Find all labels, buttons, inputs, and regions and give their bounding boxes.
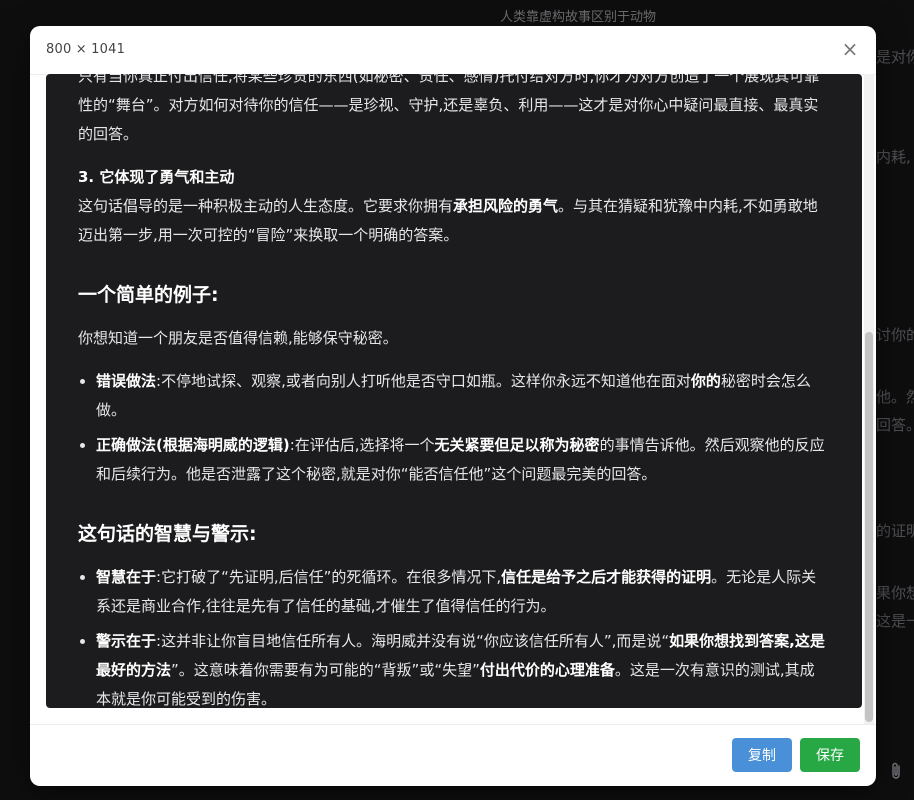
bold-text: 无关紧要但足以称为秘密 xyxy=(434,436,600,454)
list-item: 正确做法(根据海明威的逻辑):在评估后,选择将一个无关紧要但足以称为秘密的事情告… xyxy=(96,431,826,489)
bold-text: 正确做法(根据海明威的逻辑) xyxy=(96,436,290,454)
list-item: 错误做法:不停地试探、观察,或者向别人打听他是否守口如瓶。这样你永远不知道他在面… xyxy=(96,367,826,425)
wisdom-heading: 这句话的智慧与警示: xyxy=(78,523,257,545)
example-heading: 一个简单的例子: xyxy=(78,284,219,306)
copy-button[interactable]: 复制 xyxy=(732,738,792,772)
text: :它打破了“先证明,后信任”的死循环。在很多情况下, xyxy=(156,568,502,586)
bold-text: 错误做法 xyxy=(96,372,157,390)
section-heading: 3. 它体现了勇气和主动 xyxy=(78,168,235,186)
bold-text: 信任是给予之后才能获得的证明 xyxy=(501,568,712,586)
text: :这并非让你盲目地信任所有人。海明威并没有说“你应该信任所有人”,而是说“ xyxy=(156,632,670,650)
scrollbar[interactable] xyxy=(864,74,874,724)
modal-header: 800 × 1041 × xyxy=(30,26,876,75)
paragraph: 只有当你真正付出信任,将某些珍贵的东西(如秘密、责任、感情)托付给对方时,你才为… xyxy=(78,74,826,149)
scrollbar-thumb[interactable] xyxy=(865,332,873,722)
image-preview: 只有当你真正付出信任,将某些珍贵的东西(如秘密、责任、感情)托付给对方时,你才为… xyxy=(46,74,862,708)
example-list: 错误做法:不停地试探、观察,或者向别人打听他是否守口如瓶。这样你永远不知道他在面… xyxy=(78,367,826,489)
save-button[interactable]: 保存 xyxy=(800,738,860,772)
text: 这句话倡导的是一种积极主动的人生态度。它要求你拥有 xyxy=(78,197,454,215)
modal-footer: 复制 保存 xyxy=(30,724,876,786)
bold-text: 付出代价的心理准备 xyxy=(479,661,615,679)
bold-text: 你的 xyxy=(690,372,721,390)
paperclip-icon[interactable] xyxy=(889,762,903,784)
list-item: 智慧在于:它打破了“先证明,后信任”的死循环。在很多情况下,信任是给予之后才能获… xyxy=(96,563,826,621)
list-item: 警示在于:这并非让你盲目地信任所有人。海明威并没有说“你应该信任所有人”,而是说… xyxy=(96,627,826,708)
bold-text: 智慧在于 xyxy=(96,568,157,586)
paragraph: 你想知道一个朋友是否值得信赖,能够保守秘密。 xyxy=(78,329,398,347)
text: 只有当你真正付出信任,将某些珍贵的东西(如秘密、责任、感情)托付给对方时,你才为… xyxy=(78,74,745,85)
text: ”。这意味着你需要有为可能的“背叛”或“失望” xyxy=(171,661,480,679)
preview-content: 只有当你真正付出信任,将某些珍贵的东西(如秘密、责任、感情)托付给对方时,你才为… xyxy=(78,74,826,708)
bold-text: 承担风险的勇气 xyxy=(453,197,559,215)
close-icon[interactable]: × xyxy=(840,37,860,61)
text: :不停地试探、观察,或者向别人打听他是否守口如瓶。这样你永远不知道他在面对 xyxy=(156,372,691,390)
image-preview-modal: 800 × 1041 × 只有当你真正付出信任,将某些珍贵的东西(如秘密、责任、… xyxy=(30,26,876,786)
paragraph: 这句话倡导的是一种积极主动的人生态度。它要求你拥有承担风险的勇气。与其在猜疑和犹… xyxy=(78,192,826,250)
modal-title: 800 × 1041 xyxy=(46,42,126,57)
bold-text: 警示在于 xyxy=(96,632,157,650)
wisdom-list: 智慧在于:它打破了“先证明,后信任”的死循环。在很多情况下,信任是给予之后才能获… xyxy=(78,563,826,708)
text: :在评估后,选择将一个 xyxy=(289,436,435,454)
